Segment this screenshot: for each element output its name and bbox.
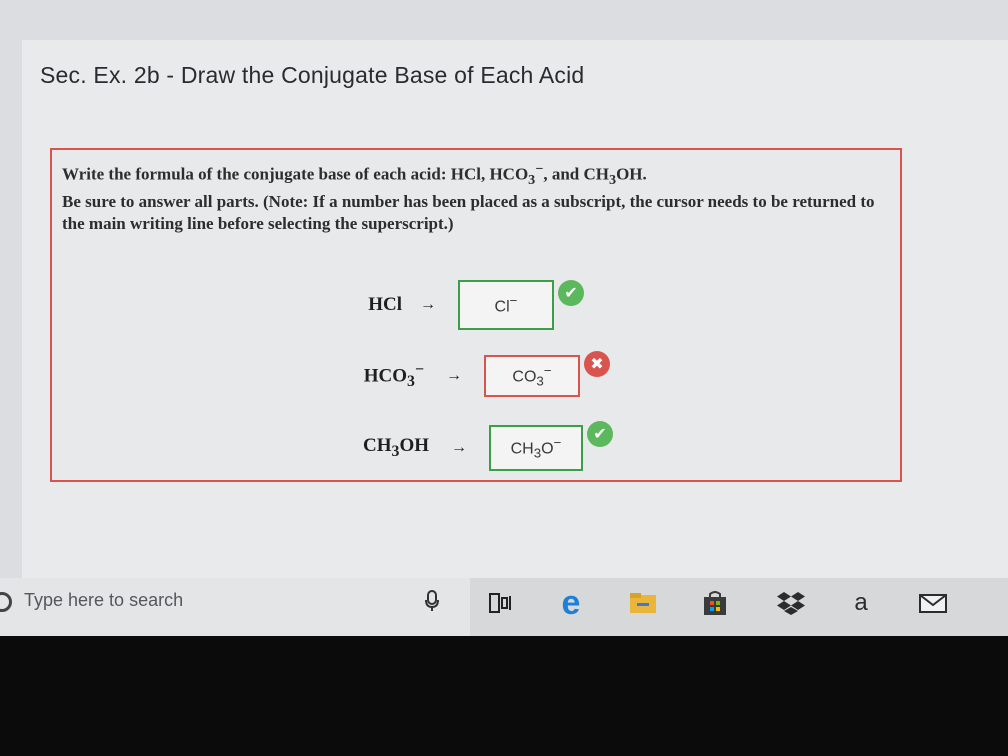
page-title: Sec. Ex. 2b - Draw the Conjugate Base of…: [40, 62, 585, 88]
dark-bezel: [0, 636, 1008, 756]
task-view-icon[interactable]: [486, 588, 516, 618]
instructions: Write the formula of the conjugate base …: [62, 158, 890, 235]
arrow: →: [420, 296, 436, 313]
answer-text: CH3O−: [510, 435, 562, 461]
answer-box-hcl[interactable]: Cl−: [458, 280, 554, 330]
taskbar: Type here to search e a: [0, 578, 1008, 636]
arrow: →: [446, 367, 462, 384]
answer-text: Cl−: [494, 293, 518, 316]
answer-text: CO3−: [512, 363, 552, 389]
instruction-line-2: Be sure to answer all parts. (Note: If a…: [62, 192, 875, 234]
x-icon: ✖: [584, 351, 610, 377]
answer-box-ch3oh[interactable]: CH3O−: [489, 425, 583, 471]
mail-icon[interactable]: [918, 588, 948, 618]
check-icon: ✔: [587, 421, 613, 447]
amazon-icon[interactable]: a: [846, 588, 876, 618]
question-box: Write the formula of the conjugate base …: [50, 148, 902, 482]
instruction-line-1: Write the formula of the conjugate base …: [62, 158, 890, 191]
store-icon[interactable]: [700, 588, 730, 618]
question-row-ch3oh: CH3OH → CH3O− ✔: [347, 421, 613, 471]
screen: Sec. Ex. 2b - Draw the Conjugate Base of…: [0, 0, 1008, 580]
file-explorer-icon[interactable]: [628, 588, 658, 618]
search-placeholder: Type here to search: [24, 590, 184, 610]
arrow: →: [451, 439, 467, 456]
acid-formula: HCO3−: [363, 360, 424, 391]
instruction-text: Write the formula of the conjugate base …: [62, 164, 529, 184]
assignment-page: Sec. Ex. 2b - Draw the Conjugate Base of…: [22, 40, 1008, 580]
edge-icon[interactable]: e: [556, 584, 586, 622]
check-icon: ✔: [558, 280, 584, 306]
instruction-text: OH.: [616, 164, 647, 184]
microphone-icon[interactable]: [425, 590, 439, 617]
dropbox-icon[interactable]: [776, 588, 806, 618]
search-box[interactable]: Type here to search: [0, 578, 470, 636]
acid-formula: HCl: [368, 294, 402, 315]
answer-box-hco3[interactable]: CO3−: [484, 355, 580, 397]
question-row-hcl: HCl → Cl− ✔: [332, 280, 584, 330]
search-icon: [0, 592, 12, 612]
instruction-text: , and CH: [543, 164, 609, 184]
acid-formula: CH3OH: [363, 435, 429, 460]
question-row-hco3: HCO3− → CO3− ✖: [352, 351, 610, 397]
